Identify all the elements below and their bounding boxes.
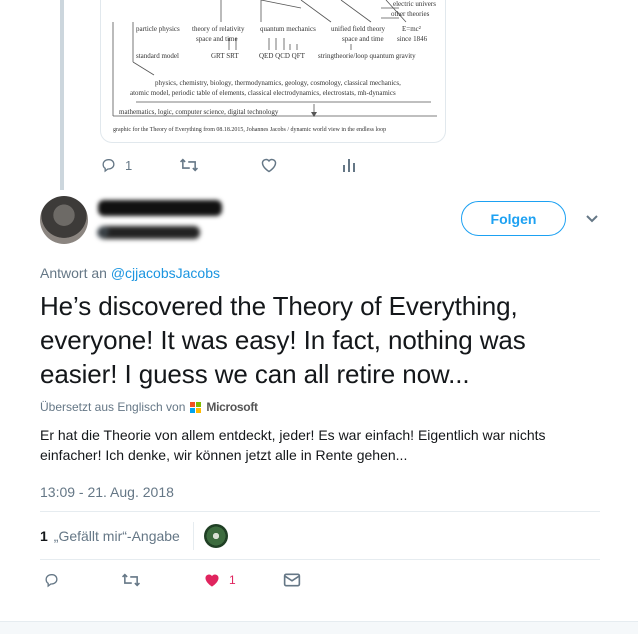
previous-tweet-actions: 1 [100,157,400,177]
tweet-actions: 1 [40,572,600,594]
diagram-caption: graphic for the Theory of Everything fro… [113,126,386,133]
likes-summary[interactable]: 1 „Gefällt mir“-Angabe [40,528,180,544]
divider [40,511,600,512]
author-handle-redacted[interactable] [96,224,200,239]
translator-name: Microsoft [206,400,258,414]
analytics-button[interactable] [342,157,356,173]
reply-handle-link[interactable]: @cjjacobsJacobs [111,265,220,281]
diagram-label: E=mc² [402,25,421,33]
message-icon [283,572,301,588]
diagram-label: since 1846 [397,35,428,43]
direct-message-button[interactable] [283,572,301,588]
heart-icon [203,572,221,588]
like-button[interactable]: 1 [203,572,236,588]
diagram-label: particle physics [136,25,180,33]
reply-context: Antwort an @cjjacobsJacobs [40,265,220,281]
reply-button[interactable]: 1 [100,157,132,173]
tweet-media-image[interactable]: electric univers other theories particle… [100,0,446,143]
diagram-label: stringtheorie/loop quantum gravity [318,52,416,60]
heart-icon [260,157,278,173]
diagram-label: standard model [136,52,179,60]
liker-avatar[interactable] [204,524,228,548]
reply-button[interactable] [43,572,60,588]
divider [193,522,194,550]
diagram-label: quantum mechanics [260,25,316,33]
diagram-label: unified field theory [331,25,386,33]
diagram-label: physics, chemistry, biology, thermodynam… [155,79,401,87]
retweet-icon [121,572,141,588]
diagram-label: GRT SRT [211,52,239,60]
divider [40,559,600,560]
more-options-button[interactable] [583,210,601,228]
like-count: 1 [229,573,236,587]
diagram-label: QED QCD QFT [259,52,306,60]
next-tweet-edge [0,621,638,634]
chevron-down-icon [583,210,601,228]
thread-connector-line [60,0,64,190]
author-name-redacted[interactable] [98,200,222,216]
translated-by-label: Übersetzt aus Englisch von [40,400,186,414]
diagram-label: space and time [342,35,384,43]
reply-prefix: Antwort an [40,265,111,281]
analytics-icon [342,157,356,173]
retweet-button[interactable] [179,157,199,173]
theory-diagram: electric univers other theories particle… [112,0,437,133]
reply-icon [43,572,60,588]
author-avatar[interactable] [40,196,88,244]
diagram-label: atomic model, periodic table of elements… [130,89,396,97]
translation-attribution: Übersetzt aus Englisch von Microsoft [40,400,258,414]
like-button[interactable] [260,157,278,173]
diagram-label: other theories [391,10,430,18]
diagram-label: mathematics, logic, computer science, di… [119,108,279,116]
microsoft-logo-icon [190,401,202,413]
diagram-label: electric univers [393,0,436,8]
retweet-button[interactable] [121,572,141,588]
translated-text: Er hat die Theorie von allem entdeckt, j… [40,427,546,463]
diagram-label: space and time [196,35,238,43]
follow-button[interactable]: Folgen [461,201,566,236]
like-label: „Gefällt mir“-Angabe [53,528,180,544]
diagram-label: theory of relativity [192,25,245,33]
tweet-timestamp[interactable]: 13:09 - 21. Aug. 2018 [40,484,174,500]
reply-icon [100,157,117,173]
like-count: 1 [40,528,48,544]
tweet-text: He’s discovered the Theory of Everything… [40,291,526,389]
retweet-icon [179,157,199,173]
reply-count: 1 [125,157,133,173]
